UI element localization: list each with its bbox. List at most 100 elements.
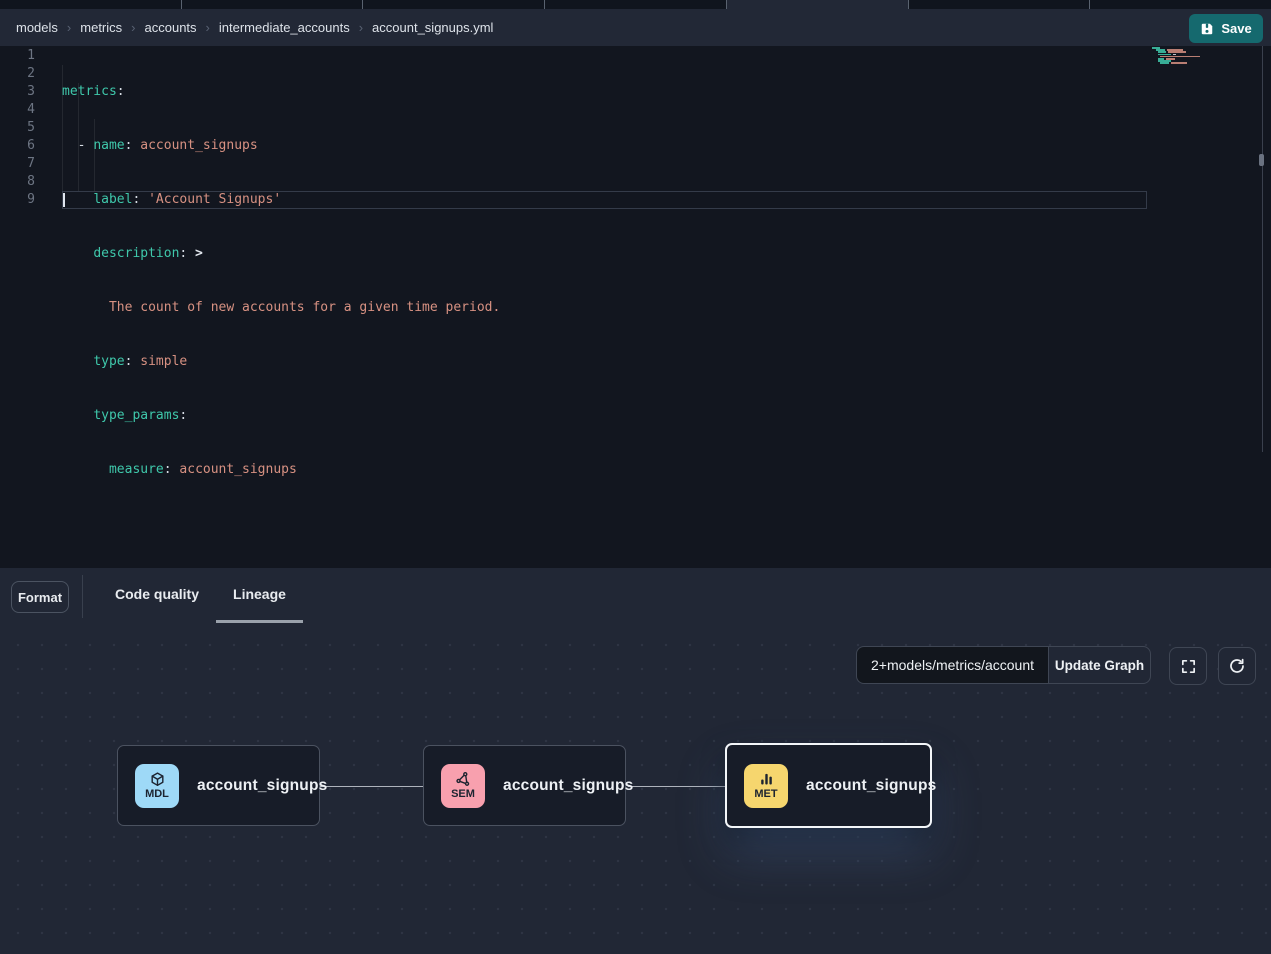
line-number: 6 — [0, 137, 35, 155]
yaml-key: type — [93, 354, 124, 369]
lineage-node-metric-selected[interactable]: MET account_signups — [725, 743, 932, 828]
bar-chart-icon — [758, 771, 775, 788]
yaml-punctuation — [62, 408, 93, 423]
breadcrumb-item-metrics[interactable]: metrics — [80, 20, 122, 35]
bottom-panel: Format Code quality Lineage Update Graph — [0, 568, 1271, 954]
semantic-badge: SEM — [441, 764, 485, 808]
lineage-canvas[interactable]: Update Graph MDL — [0, 623, 1271, 942]
lineage-controls: Update Graph — [856, 646, 1151, 684]
editor-scrollbar-thumb[interactable] — [1259, 154, 1264, 166]
fullscreen-button[interactable] — [1169, 647, 1207, 685]
line-number-gutter: 1 2 3 4 5 6 7 8 9 — [0, 47, 35, 209]
breadcrumb-item-intermediate-accounts[interactable]: intermediate_accounts — [219, 20, 350, 35]
yaml-key: label — [93, 192, 132, 207]
line-number: 5 — [0, 119, 35, 137]
breadcrumb-item-accounts[interactable]: accounts — [145, 20, 197, 35]
breadcrumb: models › metrics › accounts › intermedia… — [16, 20, 493, 35]
yaml-punctuation — [62, 192, 93, 207]
code-line: The count of new accounts for a given ti… — [62, 299, 500, 317]
code-line: measure: account_signups — [62, 461, 500, 479]
yaml-string: 'Account Signups' — [140, 192, 281, 207]
node-label: account_signups — [806, 777, 936, 795]
file-tab-active[interactable] — [727, 0, 909, 9]
save-button[interactable]: Save — [1189, 14, 1263, 43]
tab-lineage[interactable]: Lineage — [216, 568, 303, 623]
code-content[interactable]: metrics: - name: account_signups label: … — [62, 47, 500, 569]
lineage-edge — [320, 786, 423, 787]
editor-scrollbar-track[interactable] — [1262, 46, 1263, 452]
header-divider — [82, 575, 83, 618]
yaml-punctuation: : — [179, 408, 187, 423]
line-number: 2 — [0, 65, 35, 83]
yaml-punctuation: : — [117, 84, 125, 99]
file-tab[interactable] — [0, 0, 182, 9]
yaml-value: account_signups — [172, 462, 297, 477]
file-tab[interactable] — [545, 0, 727, 9]
yaml-value: account_signups — [132, 138, 257, 153]
line-number: 1 — [0, 47, 35, 65]
format-button[interactable]: Format — [11, 581, 69, 613]
tab-label: Lineage — [233, 586, 286, 602]
yaml-punctuation — [62, 354, 93, 369]
metric-badge: MET — [744, 764, 788, 808]
yaml-key: name — [93, 138, 124, 153]
ide-window: models › metrics › accounts › intermedia… — [0, 0, 1271, 954]
yaml-key: description — [93, 246, 179, 261]
file-tab[interactable] — [363, 0, 545, 9]
breadcrumb-item-models[interactable]: models — [16, 20, 58, 35]
node-label: account_signups — [503, 777, 633, 795]
update-graph-button[interactable]: Update Graph — [1048, 646, 1151, 684]
code-editor[interactable]: 1 2 3 4 5 6 7 8 9 metrics: - name: accou… — [0, 46, 1271, 568]
code-line: label: 'Account Signups' — [62, 191, 500, 209]
chevron-right-icon: › — [359, 20, 363, 35]
cube-icon — [149, 771, 166, 788]
file-tab[interactable] — [909, 0, 1091, 9]
chevron-right-icon: › — [206, 20, 210, 35]
yaml-block-operator: > — [187, 246, 203, 261]
code-line: type_params: — [62, 407, 500, 425]
file-tab[interactable] — [182, 0, 364, 9]
lineage-edge — [628, 786, 725, 787]
yaml-punctuation: - — [62, 138, 93, 153]
model-selector-input[interactable] — [856, 646, 1048, 684]
file-tab-strip — [0, 0, 1271, 9]
breadcrumb-bar: models › metrics › accounts › intermedia… — [0, 9, 1271, 46]
refresh-button[interactable] — [1218, 647, 1256, 685]
file-tab[interactable] — [1090, 0, 1271, 9]
yaml-text: The count of new accounts for a given ti… — [62, 300, 500, 315]
save-button-label: Save — [1221, 21, 1251, 36]
yaml-punctuation: : — [164, 462, 172, 477]
code-line: type: simple — [62, 353, 500, 371]
panel-tabs: Code quality Lineage — [98, 568, 303, 623]
line-number: 8 — [0, 173, 35, 191]
yaml-punctuation — [62, 246, 93, 261]
tab-code-quality[interactable]: Code quality — [98, 568, 216, 623]
chevron-right-icon: › — [67, 20, 71, 35]
fullscreen-icon — [1180, 658, 1197, 675]
code-line: description: > — [62, 245, 500, 263]
editor-minimap[interactable] — [1152, 47, 1214, 65]
tab-label: Code quality — [115, 586, 199, 602]
yaml-key: metrics — [62, 84, 117, 99]
save-icon — [1200, 22, 1214, 36]
yaml-value: simple — [132, 354, 187, 369]
badge-label: MDL — [145, 789, 169, 800]
yaml-punctuation — [62, 462, 109, 477]
lineage-node-semantic-model[interactable]: SEM account_signups — [423, 745, 626, 826]
yaml-key: measure — [109, 462, 164, 477]
code-line-empty — [62, 515, 500, 533]
code-line: - name: account_signups — [62, 137, 500, 155]
panel-header: Format Code quality Lineage — [0, 568, 1271, 623]
line-number: 7 — [0, 155, 35, 173]
breadcrumb-item-filename: account_signups.yml — [372, 20, 493, 35]
badge-label: SEM — [451, 789, 475, 800]
code-line: metrics: — [62, 83, 500, 101]
yaml-key: type_params — [93, 408, 179, 423]
lineage-node-model[interactable]: MDL account_signups — [117, 745, 320, 826]
model-badge: MDL — [135, 764, 179, 808]
badge-label: MET — [754, 789, 777, 800]
line-number: 9 — [0, 191, 35, 209]
node-label: account_signups — [197, 777, 327, 795]
triangle-network-icon — [455, 771, 472, 788]
line-number: 3 — [0, 83, 35, 101]
